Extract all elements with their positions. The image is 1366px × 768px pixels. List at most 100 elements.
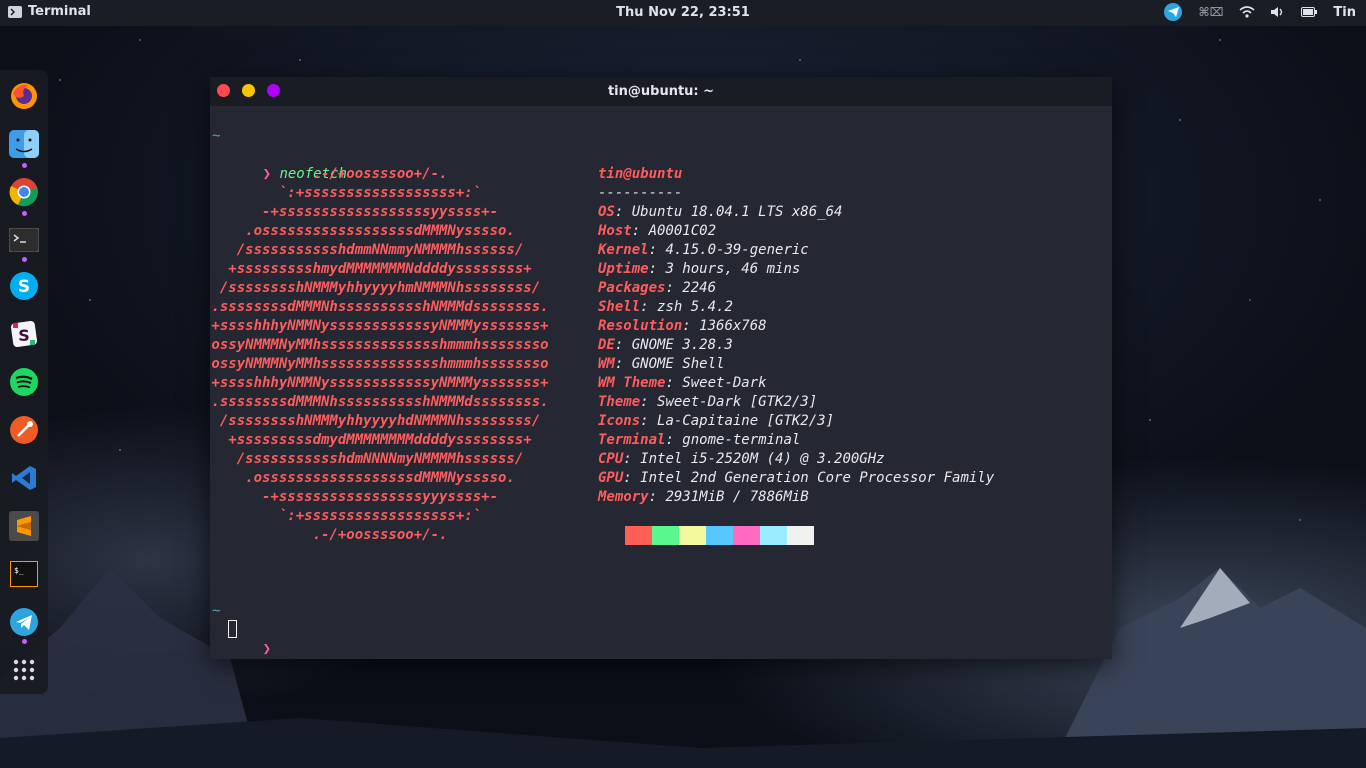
telegram-icon [10,608,38,636]
dock-files[interactable] [8,128,40,160]
prompt-symbol-2: ❯ [262,641,272,657]
info-key: Theme [598,394,641,410]
dock-telegram[interactable] [8,606,40,638]
dock-slack[interactable]: S [8,318,40,350]
info-key: Packages [598,280,666,296]
ascii-logo-line: -+sssssssssssssssssyyyssss+- [203,489,499,505]
keyboard-shortcut-icon[interactable]: ⌘⌧ [1198,5,1223,19]
cwd-tilde: ~ [212,128,221,144]
firefox-icon [11,83,37,109]
clock[interactable]: Thu Nov 22, 23:51 [0,5,1366,20]
dock-vscode[interactable] [8,462,40,494]
vscode-icon [12,466,36,490]
ascii-logo-line: -+ssssssssssssssssssyyssss+- [203,204,499,220]
cwd-tilde-2: ~ [212,603,221,619]
top-bar: Terminal Thu Nov 22, 23:51 ⌘⌧ Tin [0,0,1366,26]
dock-chrome[interactable] [8,176,40,208]
info-row: DE: GNOME 3.28.3 [598,337,733,353]
dock-skype[interactable]: S [8,270,40,302]
ascii-logo-line: .-/+oossssoo+/-. [203,166,448,182]
finder-icon [9,130,39,158]
running-indicator [22,257,27,262]
info-row: WM: GNOME Shell [598,356,725,372]
running-indicator [22,639,27,644]
info-value: Sweet-Dark [682,375,767,391]
ascii-logo-line: .ossssssssssssssssssdMMMNysssso. [203,223,515,239]
ascii-logo-line: /ssssssssssshdmmNNmmyNMMMMhssssss/ [203,242,524,258]
info-value: gnome-terminal [682,432,801,448]
user-menu[interactable]: Tin [1333,5,1356,20]
palette-swatch [706,526,733,545]
wifi-icon[interactable] [1239,6,1255,18]
info-row: CPU: Intel i5-2520M (4) @ 3.200GHz [598,451,885,467]
ascii-logo-line: +ssssssssshmydMMMMMMMNddddyssssssss+ [203,261,532,277]
info-row: Icons: La-Capitaine [GTK2/3] [598,413,835,429]
running-indicator [22,211,27,216]
dock-terminal[interactable] [8,224,40,256]
ascii-logo-line: `:+ssssssssssssssssss+:` [203,508,482,524]
info-value: 2246 [682,280,717,296]
telegram-tray-icon[interactable] [1164,3,1183,21]
info-row: OS: Ubuntu 18.04.1 LTS x86_64 [598,204,843,220]
info-row: Kernel: 4.15.0-39-generic [598,242,809,258]
palette-swatch [760,526,787,545]
dock-spotify[interactable] [8,366,40,398]
info-row: Uptime: 3 hours, 46 mins [598,261,801,277]
dock: S S $_ [0,70,48,694]
window-titlebar[interactable]: tin@ubuntu: ~ [210,77,1112,106]
info-key: Terminal [598,432,666,448]
show-applications-icon [13,659,35,681]
info-value: Ubuntu 18.04.1 LTS x86_64 [631,204,843,220]
dock-show-applications[interactable] [8,654,40,686]
dock-hyper[interactable]: $_ [8,558,40,590]
info-row: GPU: Intel 2nd Generation Core Processor… [598,470,995,486]
text-cursor [228,620,237,638]
info-key: GPU [598,470,624,486]
battery-icon[interactable] [1301,7,1318,17]
window-title: tin@ubuntu: ~ [607,84,715,99]
info-key: WM Theme [598,375,666,391]
sublime-text-icon [9,511,39,541]
skype-icon: S [10,272,38,300]
ascii-logo-line: .-/+oossssoo+/-. [203,527,448,543]
info-value: Intel i5-2520M (4) @ 3.200GHz [640,451,885,467]
info-key: Kernel [598,242,649,258]
info-value: 2931MiB / 7886MiB [665,489,809,505]
dock-firefox[interactable] [8,80,40,112]
info-value: A0001C02 [648,223,717,239]
terminal-icon [9,228,39,252]
info-key: Uptime [598,261,649,277]
info-value: 4.15.0-39-generic [665,242,809,258]
ascii-logo-line: `:+ssssssssssssssssss+:` [203,185,482,201]
info-key: DE [598,337,615,353]
palette-swatch [679,526,706,545]
hyper-terminal-icon: $_ [10,561,38,587]
info-value: Intel 2nd Generation Core Processor Fami… [640,470,995,486]
user-host: tin@ubuntu [598,166,683,182]
info-row: Packages: 2246 [598,280,717,296]
info-row: Host: A0001C02 [598,223,717,239]
info-row: Resolution: 1366x768 [598,318,767,334]
ascii-logo-line: ossyNMMMNyMMhsssssssssssssshmmmhssssssso [203,356,549,372]
terminal-window[interactable]: tin@ubuntu: ~ ~ ❯ neofetch .-/+oossssoo+… [210,77,1112,659]
info-key: Shell [598,299,641,315]
info-key: OS [598,204,615,220]
terminal-content[interactable]: ~ ❯ neofetch .-/+oossssoo+/-. `:+sssssss… [210,106,1112,659]
ascii-logo-line: +sssssssssdmydMMMMMMMMddddyssssssss+ [203,432,532,448]
dock-sublime[interactable] [8,510,40,542]
running-indicator [22,163,27,168]
info-key: Host [598,223,632,239]
info-value: 1366x768 [699,318,767,334]
info-key: Memory [598,489,649,505]
info-value: GNOME 3.28.3 [631,337,733,353]
info-row: Shell: zsh 5.4.2 [598,299,733,315]
dock-postman[interactable] [8,414,40,446]
info-row: Terminal: gnome-terminal [598,432,801,448]
volume-icon[interactable] [1271,6,1285,18]
info-row: Memory: 2931MiB / 7886MiB [598,489,809,505]
ascii-logo-line: +sssshhhyNMMNyssssssssssssyNMMMysssssss+ [203,318,549,334]
palette-swatch [787,526,814,545]
info-value: zsh 5.4.2 [657,299,733,315]
info-key: CPU [598,451,624,467]
info-value: Sweet-Dark [GTK2/3] [657,394,818,410]
